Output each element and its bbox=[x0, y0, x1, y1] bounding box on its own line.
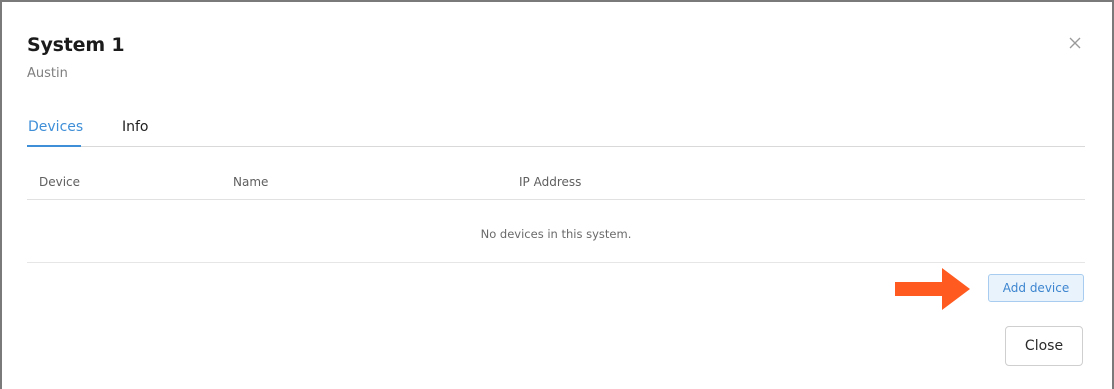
empty-table-row: No devices in this system. bbox=[27, 200, 1085, 263]
system-dialog: System 1 Austin Devices Info Device Name… bbox=[0, 0, 1114, 389]
active-tab-indicator bbox=[27, 145, 81, 147]
devices-table-header: Device Name IP Address bbox=[27, 164, 1085, 200]
dialog-title: System 1 bbox=[27, 34, 125, 56]
empty-state-message: No devices in this system. bbox=[480, 227, 632, 241]
tab-devices[interactable]: Devices bbox=[28, 119, 83, 135]
arrow-right-icon bbox=[894, 265, 972, 313]
tab-info[interactable]: Info bbox=[122, 119, 149, 135]
column-header-name: Name bbox=[233, 175, 269, 189]
dialog-subtitle: Austin bbox=[27, 66, 68, 81]
close-icon[interactable] bbox=[1066, 34, 1084, 52]
column-header-device: Device bbox=[39, 175, 81, 189]
add-device-button[interactable]: Add device bbox=[988, 274, 1084, 302]
close-icon-graphic bbox=[1069, 37, 1081, 49]
arrow-right-icon-graphic bbox=[895, 268, 970, 310]
column-header-ip-address: IP Address bbox=[519, 175, 582, 189]
close-button[interactable]: Close bbox=[1005, 326, 1083, 366]
tab-bar: Devices Info bbox=[27, 110, 1085, 147]
